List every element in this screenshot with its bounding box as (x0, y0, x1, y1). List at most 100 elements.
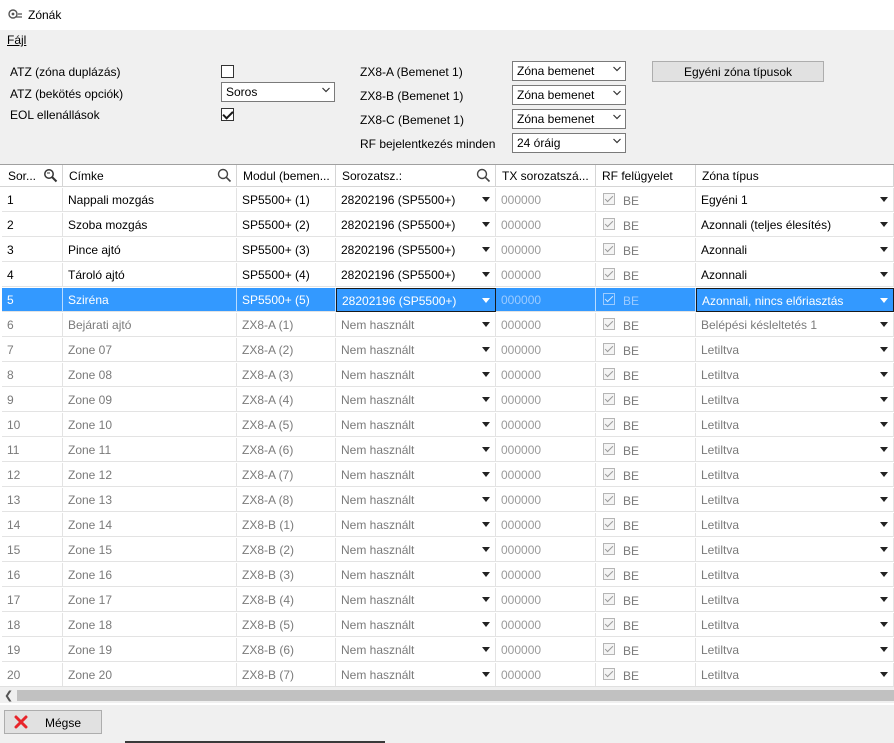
rf-supervision-checkbox[interactable] (603, 393, 615, 405)
module-cell[interactable]: ZX8-B (2) (237, 538, 336, 562)
table-row[interactable]: 1 Nappali mozgás SP5500+ (1) 28202196 (SP55… (0, 187, 894, 212)
dropdown-arrow-icon[interactable] (880, 497, 888, 502)
zone-label-cell[interactable]: Zone 14 (63, 513, 237, 537)
rf-supervision-cell[interactable]: BE (596, 613, 696, 637)
module-cell[interactable]: ZX8-B (5) (237, 613, 336, 637)
row-number[interactable]: 1 (2, 188, 63, 212)
dropdown-arrow-icon[interactable] (482, 272, 490, 277)
row-number[interactable]: 14 (2, 513, 63, 537)
zone-label-cell[interactable]: Zone 18 (63, 613, 237, 637)
module-cell[interactable]: ZX8-A (5) (237, 413, 336, 437)
zone-label-cell[interactable]: Tároló ajtó (63, 263, 237, 287)
table-row[interactable]: 15 Zone 15 ZX8-B (2) Nem használt 000000 BE Le… (0, 537, 894, 562)
zone-type-select-cell[interactable]: Azonnali (696, 263, 894, 287)
rf-supervision-cell[interactable]: BE (596, 238, 696, 262)
serial-select-cell[interactable]: Nem használt (336, 613, 496, 637)
zone-label-cell[interactable]: Sziréna (63, 288, 237, 312)
rf-supervision-cell[interactable]: BE (596, 313, 696, 337)
rf-supervision-checkbox[interactable] (603, 543, 615, 555)
zone-label-cell[interactable]: Zone 15 (63, 538, 237, 562)
rf-supervision-checkbox[interactable] (603, 443, 615, 455)
dropdown-arrow-icon[interactable] (880, 672, 888, 677)
dropdown-arrow-icon[interactable] (880, 647, 888, 652)
zone-type-select-cell[interactable]: Letiltva (696, 538, 894, 562)
zone-type-select-cell[interactable]: Letiltva (696, 488, 894, 512)
rf-supervision-checkbox[interactable] (603, 468, 615, 480)
dropdown-arrow-icon[interactable] (880, 222, 888, 227)
atz-duplication-checkbox[interactable] (221, 65, 234, 78)
zx8c-select[interactable]: Zóna bemenet (512, 109, 626, 129)
zone-type-select-cell[interactable]: Azonnali (teljes élesítés) (696, 213, 894, 237)
serial-select-cell[interactable]: 28202196 (SP5500+) (336, 188, 496, 212)
tx-serial-cell[interactable]: 000000 (496, 313, 596, 337)
rf-supervision-checkbox[interactable] (603, 618, 615, 630)
table-row[interactable]: 5 Sziréna SP5500+ (5) 28202196 (SP5500+) 000… (0, 287, 894, 312)
dropdown-arrow-icon[interactable] (880, 322, 888, 327)
dropdown-arrow-icon[interactable] (880, 597, 888, 602)
module-cell[interactable]: ZX8-A (2) (237, 338, 336, 362)
row-number[interactable]: 16 (2, 563, 63, 587)
table-row[interactable]: 3 Pince ajtó SP5500+ (3) 28202196 (SP5500+)… (0, 237, 894, 262)
module-cell[interactable]: ZX8-B (7) (237, 663, 336, 687)
zx8a-select[interactable]: Zóna bemenet (512, 61, 626, 81)
zone-label-cell[interactable]: Zone 16 (63, 563, 237, 587)
serial-select-cell[interactable]: Nem használt (336, 313, 496, 337)
rf-supervision-checkbox[interactable] (603, 568, 615, 580)
module-cell[interactable]: ZX8-B (4) (237, 588, 336, 612)
rf-supervision-checkbox[interactable] (603, 593, 615, 605)
rf-supervision-checkbox[interactable] (603, 368, 615, 380)
zone-type-select-cell[interactable]: Letiltva (696, 363, 894, 387)
zone-type-select-cell[interactable]: Azonnali, nincs előriasztás (696, 288, 894, 312)
search-icon[interactable] (476, 168, 491, 183)
rf-supervision-checkbox[interactable] (603, 268, 615, 280)
dropdown-arrow-icon[interactable] (482, 422, 490, 427)
rf-supervision-cell[interactable]: BE (596, 388, 696, 412)
row-number[interactable]: 18 (2, 613, 63, 637)
table-row[interactable]: 12 Zone 12 ZX8-A (7) Nem használt 000000 BE Le… (0, 462, 894, 487)
dropdown-arrow-icon[interactable] (482, 322, 490, 327)
zone-label-cell[interactable]: Zone 09 (63, 388, 237, 412)
module-cell[interactable]: SP5500+ (5) (237, 288, 336, 312)
menu-file[interactable]: Fájl (7, 33, 26, 47)
zone-label-cell[interactable]: Szoba mozgás (63, 213, 237, 237)
zone-type-select-cell[interactable]: Letiltva (696, 463, 894, 487)
zone-label-cell[interactable]: Zone 12 (63, 463, 237, 487)
dropdown-arrow-icon[interactable] (880, 472, 888, 477)
zone-type-select-cell[interactable]: Azonnali (696, 238, 894, 262)
col-header-module[interactable]: Modul (bemen... (237, 165, 336, 187)
rf-supervision-checkbox[interactable] (603, 218, 615, 230)
serial-select-cell[interactable]: Nem használt (336, 438, 496, 462)
rf-supervision-cell[interactable]: BE (596, 488, 696, 512)
rf-supervision-checkbox[interactable] (603, 293, 615, 305)
row-number[interactable]: 19 (2, 638, 63, 662)
table-row[interactable]: 19 Zone 19 ZX8-B (6) Nem használt 000000 BE Le… (0, 637, 894, 662)
module-cell[interactable]: ZX8-A (7) (237, 463, 336, 487)
dropdown-arrow-icon[interactable] (880, 422, 888, 427)
zone-type-select-cell[interactable]: Letiltva (696, 438, 894, 462)
tx-serial-cell[interactable]: 000000 (496, 538, 596, 562)
module-cell[interactable]: ZX8-A (1) (237, 313, 336, 337)
zone-type-select-cell[interactable]: Letiltva (696, 638, 894, 662)
row-number[interactable]: 8 (2, 363, 63, 387)
dropdown-arrow-icon[interactable] (880, 622, 888, 627)
rf-supervision-cell[interactable]: BE (596, 213, 696, 237)
table-row[interactable]: 4 Tároló ajtó SP5500+ (4) 28202196 (SP5500+… (0, 262, 894, 287)
zone-label-cell[interactable]: Zone 17 (63, 588, 237, 612)
rf-interval-select[interactable]: 24 óráig (512, 133, 626, 153)
serial-select-cell[interactable]: Nem használt (336, 538, 496, 562)
row-number[interactable]: 3 (2, 238, 63, 262)
tx-serial-cell[interactable]: 000000 (496, 338, 596, 362)
tx-serial-cell[interactable]: 000000 (496, 288, 596, 312)
rf-supervision-cell[interactable]: BE (596, 563, 696, 587)
zone-label-cell[interactable]: Pince ajtó (63, 238, 237, 262)
serial-select-cell[interactable]: Nem használt (336, 338, 496, 362)
row-number[interactable]: 4 (2, 263, 63, 287)
dropdown-arrow-icon[interactable] (482, 497, 490, 502)
zone-label-cell[interactable]: Zone 10 (63, 413, 237, 437)
zone-type-select-cell[interactable]: Letiltva (696, 413, 894, 437)
dropdown-arrow-icon[interactable] (482, 522, 490, 527)
table-row[interactable]: 11 Zone 11 ZX8-A (6) Nem használt 000000 BE Le… (0, 437, 894, 462)
module-cell[interactable]: SP5500+ (4) (237, 263, 336, 287)
module-cell[interactable]: ZX8-B (1) (237, 513, 336, 537)
serial-select-cell[interactable]: 28202196 (SP5500+) (336, 213, 496, 237)
